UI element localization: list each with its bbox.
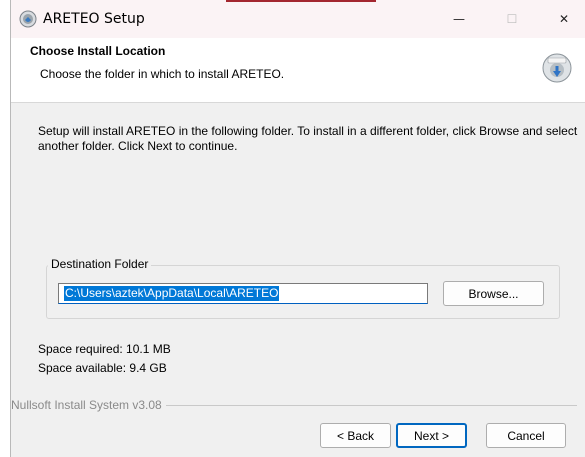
destination-path-input[interactable]: C:\Users\aztek\AppData\Local\ARETEO bbox=[58, 283, 428, 304]
install-disc-icon bbox=[542, 53, 572, 83]
destination-folder-label: Destination Folder bbox=[48, 257, 152, 271]
page-header: Choose Install Location Choose the folde… bbox=[11, 38, 585, 103]
space-available-text: Space available: 9.4 GB bbox=[38, 361, 167, 375]
maximize-button[interactable]: ☐ bbox=[489, 6, 535, 32]
window-title: ARETEO Setup bbox=[43, 11, 145, 27]
destination-path-value: C:\Users\aztek\AppData\Local\ARETEO bbox=[64, 286, 280, 301]
setup-window: ARETEO Setup — ☐ ✕ Choose Install Locati… bbox=[10, 0, 585, 457]
title-bar[interactable]: ARETEO Setup — ☐ ✕ bbox=[11, 0, 585, 38]
close-button[interactable]: ✕ bbox=[541, 6, 585, 32]
minimize-button[interactable]: — bbox=[436, 6, 482, 32]
intro-text: Setup will install ARETEO in the followi… bbox=[38, 124, 578, 153]
next-button[interactable]: Next > bbox=[396, 423, 467, 448]
installer-app-icon bbox=[19, 10, 37, 28]
cancel-button[interactable]: Cancel bbox=[486, 423, 566, 448]
back-button[interactable]: < Back bbox=[320, 423, 391, 448]
browse-button[interactable]: Browse... bbox=[443, 281, 544, 306]
branding-separator: Nullsoft Install System v3.08 bbox=[11, 398, 577, 412]
page-subtitle: Choose the folder in which to install AR… bbox=[40, 67, 285, 81]
title-accent-line bbox=[226, 0, 376, 2]
page-title: Choose Install Location bbox=[30, 44, 166, 58]
nsis-branding-text: Nullsoft Install System v3.08 bbox=[11, 398, 166, 412]
space-required-text: Space required: 10.1 MB bbox=[38, 342, 171, 356]
